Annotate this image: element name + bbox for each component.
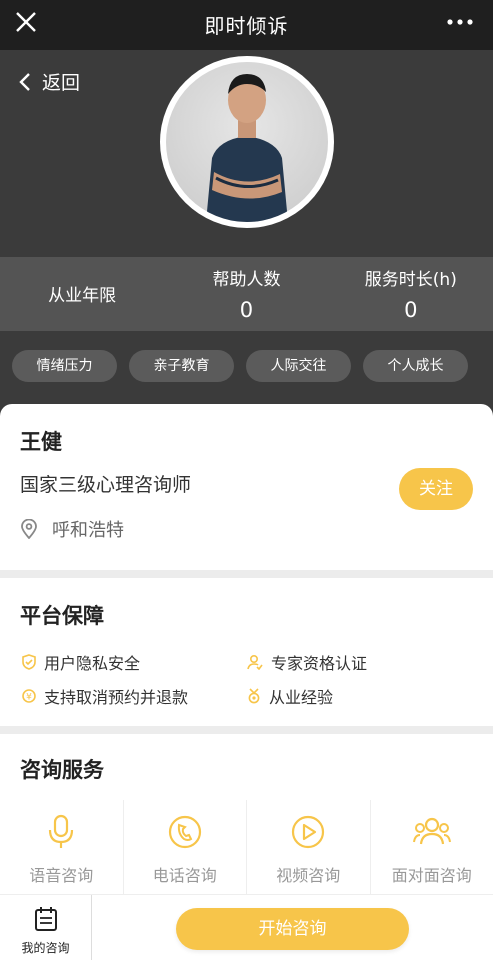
location-row: 呼和浩特 — [20, 516, 124, 542]
location-text: 呼和浩特 — [52, 520, 124, 541]
divider — [0, 570, 493, 578]
counselor-name: 王健 — [20, 430, 62, 454]
my-consultations-button[interactable]: 我的咨询 — [0, 895, 92, 960]
consult-title: 咨询服务 — [20, 758, 104, 782]
calendar-icon — [34, 907, 57, 931]
refund-icon: ¥ — [22, 689, 36, 703]
guarantee-experience-label: 从业经验 — [269, 688, 334, 707]
guarantee-certified: 专家资格认证 — [247, 650, 367, 674]
person-silhouette — [206, 74, 288, 222]
service-phone[interactable]: 电话咨询 — [124, 800, 247, 894]
service-phone-label: 电话咨询 — [152, 866, 217, 885]
divider — [0, 726, 493, 734]
service-in-person-label: 面对面咨询 — [391, 866, 472, 885]
stat-years: 从业年限 — [0, 257, 164, 331]
top-navbar: 即时倾诉 — [0, 0, 493, 50]
tag-parenting[interactable]: 亲子教育 — [129, 350, 234, 382]
stat-years-label: 从业年限 — [48, 286, 117, 306]
service-video-label: 视频咨询 — [276, 866, 341, 885]
expert-icon — [247, 654, 263, 670]
start-consultation-button[interactable]: 开始咨询 — [176, 908, 409, 950]
chevron-left-icon — [19, 72, 30, 91]
guarantee-certified-label: 专家资格认证 — [271, 654, 368, 673]
stat-helped-value: 0 — [239, 298, 254, 322]
counselor-header: 返回 从业年限 帮助人数 0 服务时长(h) 0 情绪压力 亲子教育 人际交往 … — [0, 50, 493, 410]
guarantee-privacy-label: 用户隐私安全 — [44, 654, 141, 673]
more-icon[interactable] — [445, 12, 475, 32]
play-icon — [292, 815, 325, 849]
svg-text:¥: ¥ — [26, 693, 32, 703]
service-video[interactable]: 视频咨询 — [247, 800, 371, 894]
service-list: 语音咨询 电话咨询 视频咨询 面对面咨询 — [0, 800, 493, 894]
tag-emotional-stress[interactable]: 情绪压力 — [12, 350, 117, 382]
tag-interpersonal[interactable]: 人际交往 — [246, 350, 351, 382]
guarantee-experience: 从业经验 — [247, 684, 333, 708]
people-icon — [412, 817, 451, 845]
stat-helped: 帮助人数 0 — [164, 257, 328, 331]
tag-personal-growth[interactable]: 个人成长 — [363, 350, 468, 382]
back-label: 返回 — [42, 72, 81, 94]
service-voice-label: 语音咨询 — [29, 866, 94, 885]
guarantee-refund: ¥ 支持取消预约并退款 — [22, 684, 188, 708]
shield-icon — [22, 654, 36, 670]
location-pin-icon — [21, 519, 37, 539]
stats-bar: 从业年限 帮助人数 0 服务时长(h) 0 — [0, 257, 493, 331]
guarantee-section: 平台保障 用户隐私安全 专家资格认证 ¥ 支持取消预约并退款 从业经验 — [0, 578, 493, 726]
back-button[interactable]: 返回 — [18, 68, 80, 95]
stat-helped-label: 帮助人数 — [212, 270, 281, 290]
specialty-tags: 情绪压力 亲子教育 人际交往 个人成长 — [12, 350, 468, 382]
avatar — [160, 56, 334, 228]
page-title: 即时倾诉 — [204, 14, 289, 38]
follow-button[interactable]: 关注 — [399, 468, 473, 510]
bottom-bar: 我的咨询 开始咨询 — [0, 894, 493, 960]
service-voice[interactable]: 语音咨询 — [0, 800, 124, 894]
consult-section: 咨询服务 语音咨询 电话咨询 视频咨询 面对面咨询 — [0, 734, 493, 894]
counselor-title: 国家三级心理咨询师 — [20, 474, 192, 496]
guarantee-title: 平台保障 — [20, 604, 104, 628]
medal-icon — [248, 688, 260, 704]
phone-icon — [168, 815, 201, 849]
microphone-icon — [49, 814, 74, 848]
stat-hours-value: 0 — [404, 298, 418, 322]
guarantee-refund-label: 支持取消预约并退款 — [44, 688, 189, 707]
stat-hours-label: 服务时长(h) — [364, 270, 457, 290]
stat-hours: 服务时长(h) 0 — [329, 257, 493, 331]
profile-card: 王健 国家三级心理咨询师 呼和浩特 关注 — [0, 404, 493, 570]
avatar-photo — [166, 62, 328, 222]
my-consultations-label: 我的咨询 — [21, 941, 70, 955]
guarantee-privacy: 用户隐私安全 — [22, 650, 140, 674]
service-in-person[interactable]: 面对面咨询 — [371, 800, 493, 894]
